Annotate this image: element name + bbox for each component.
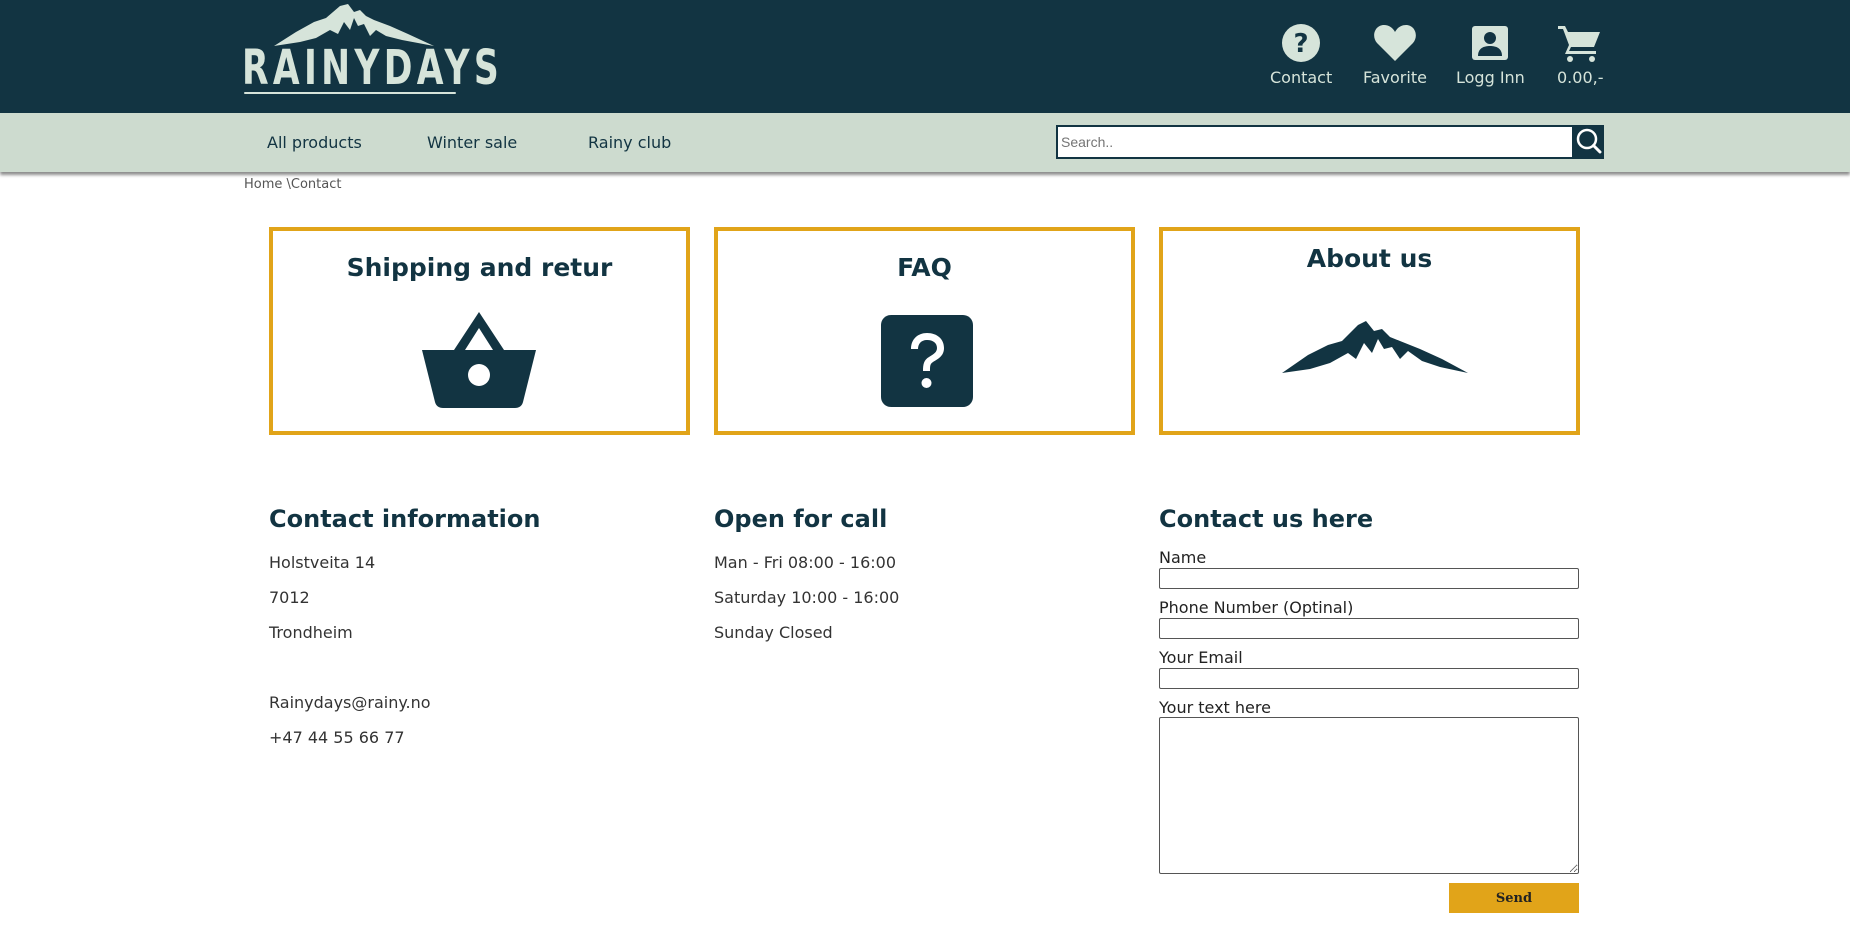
mountain-icon (1282, 321, 1468, 373)
nav-rainy-club[interactable]: Rainy club (588, 133, 671, 152)
contact-phone[interactable]: +47 44 55 66 77 (269, 728, 405, 747)
header-login-label: Logg Inn (1456, 68, 1525, 87)
question-square-icon (881, 315, 973, 407)
shipping-card-title: Shipping and retur (346, 253, 613, 282)
name-label: Name (1159, 548, 1207, 567)
site-logo[interactable]: RAINYDAYS (240, 4, 499, 100)
shipping-card[interactable]: Shipping and retur (269, 227, 690, 435)
breadcrumb-separator: \ (282, 177, 291, 192)
search-button[interactable] (1572, 125, 1604, 159)
search-input[interactable] (1056, 125, 1572, 159)
contact-email[interactable]: Rainydays@rainy.no (269, 693, 431, 712)
header-favorite-label: Favorite (1363, 68, 1427, 87)
header-contact-label: Contact (1270, 68, 1333, 87)
site-header: RAINYDAYS ? Contact Favorite Logg Inn 0.… (0, 0, 1850, 113)
address-city: Trondheim (269, 623, 353, 642)
main-nav: All products Winter sale Rainy club (0, 113, 1850, 172)
logo-underline (244, 92, 456, 94)
about-card[interactable]: About us (1159, 227, 1580, 435)
heart-icon (1374, 25, 1416, 61)
email-label: Your Email (1159, 648, 1243, 667)
phone-field[interactable] (1159, 618, 1579, 639)
breadcrumb-current: Contact (290, 177, 342, 192)
faq-card-title: FAQ (897, 253, 952, 282)
svg-text:?: ? (1294, 29, 1309, 59)
shopping-basket-icon (422, 312, 536, 408)
question-circle-icon: ? (1282, 24, 1321, 62)
cart-icon (1558, 26, 1601, 62)
header-cart-total: 0.00,- (1557, 68, 1604, 87)
search-icon (1576, 128, 1602, 153)
phone-label: Phone Number (Optinal) (1159, 598, 1354, 617)
message-label: Your text here (1159, 698, 1271, 717)
contact-info-title: Contact information (269, 505, 541, 533)
breadcrumb-home[interactable]: Home (244, 177, 282, 192)
header-cart-link[interactable]: 0.00,- (1557, 24, 1603, 87)
account-box-icon (1472, 26, 1509, 60)
address-postcode: 7012 (269, 588, 310, 607)
nav-all-products[interactable]: All products (267, 133, 362, 152)
header-login-link[interactable]: Logg Inn (1456, 24, 1525, 87)
logo-wordmark: RAINYDAYS (242, 40, 504, 96)
contact-form-title: Contact us here (1159, 505, 1374, 533)
nav-winter-sale[interactable]: Winter sale (427, 133, 517, 152)
header-contact-link[interactable]: ? Contact (1270, 24, 1332, 87)
name-field[interactable] (1159, 568, 1579, 589)
email-field[interactable] (1159, 668, 1579, 689)
hours-saturday: Saturday 10:00 - 16:00 (714, 588, 900, 607)
address-street: Holstveita 14 (269, 553, 376, 572)
hours-weekdays: Man - Fri 08:00 - 16:00 (714, 553, 897, 572)
hours-title: Open for call (714, 505, 888, 533)
send-button[interactable]: Send (1449, 883, 1579, 913)
message-textarea[interactable] (1159, 717, 1579, 874)
about-card-title: About us (1306, 244, 1433, 273)
hours-sunday: Sunday Closed (714, 623, 833, 642)
breadcrumb: Home \Contact (244, 177, 341, 192)
header-favorite-link[interactable]: Favorite (1363, 24, 1427, 87)
search-bar (1056, 125, 1604, 159)
faq-card[interactable]: FAQ (714, 227, 1135, 435)
